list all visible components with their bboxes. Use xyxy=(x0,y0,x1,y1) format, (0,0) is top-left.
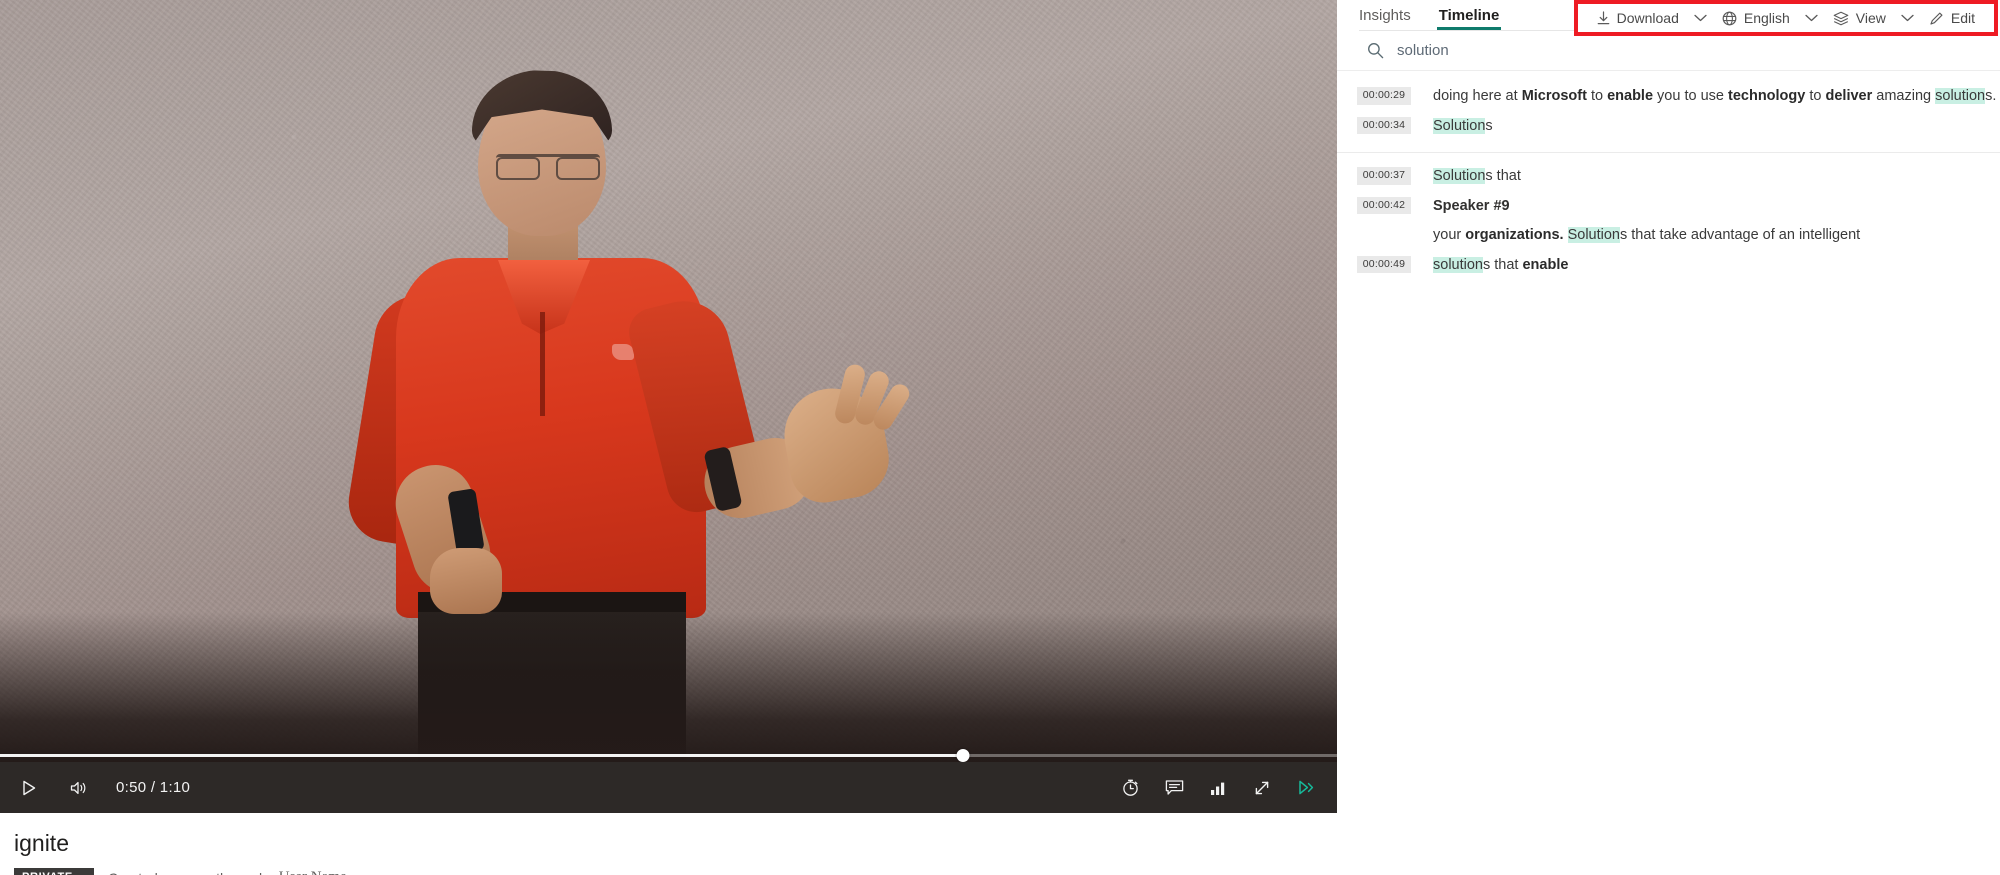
toolbar-language-label: English xyxy=(1743,10,1790,26)
search-highlight: Solution xyxy=(1567,227,1620,244)
search-input[interactable] xyxy=(1397,42,1717,59)
player-control-bar: 0:50 / 1:10 xyxy=(0,762,1337,813)
toolbar-language-chevron[interactable] xyxy=(1799,14,1824,22)
toolbar-language-button[interactable]: English xyxy=(1713,5,1799,31)
play-button[interactable] xyxy=(14,772,44,804)
download-icon xyxy=(1597,11,1609,25)
time-display: 0:50 / 1:10 xyxy=(116,779,191,796)
transcript-text: solutions that enable xyxy=(1433,256,1569,273)
progress-fill xyxy=(0,754,963,757)
transcript-row[interactable]: 00:00:37 Solutions that xyxy=(1337,162,2000,192)
tab-timeline[interactable]: Timeline xyxy=(1436,8,1501,30)
search-highlight: solution xyxy=(1935,88,1986,104)
transcript-timestamp[interactable]: 00:00:29 xyxy=(1357,87,1411,105)
transcript-group: 00:00:37 Solutions that 00:00:42 Speaker #9… xyxy=(1337,153,2000,291)
transcript-timestamp[interactable]: 00:00:37 xyxy=(1357,167,1411,185)
search-highlight: solution xyxy=(1433,256,1483,273)
video-metadata: ignite PRIVATE Created one month ago by … xyxy=(0,813,1337,875)
transcript-list: 00:00:29 doing here at Microsoft to enabl… xyxy=(1337,71,2000,291)
transcript-text: Solutions that xyxy=(1433,168,1521,185)
timer-icon[interactable] xyxy=(1115,772,1145,804)
transcript-group: 00:00:29 doing here at Microsoft to enabl… xyxy=(1337,73,2000,154)
chevron-down-icon xyxy=(1694,14,1707,22)
captions-icon[interactable] xyxy=(1159,772,1189,804)
transcript-text: your organizations. Solutions that take … xyxy=(1433,227,1861,244)
transcript-timestamp xyxy=(1357,226,1411,233)
search-highlight: Solution xyxy=(1433,168,1486,185)
transcript-text: doing here at Microsoft to enable you to… xyxy=(1433,88,1997,104)
fullscreen-icon[interactable] xyxy=(1247,772,1277,804)
transcript-timestamp[interactable]: 00:00:49 xyxy=(1357,255,1411,274)
next-icon[interactable] xyxy=(1291,772,1321,804)
video-frame xyxy=(0,0,1337,762)
toolbar-edit-button[interactable]: Edit xyxy=(1920,5,1984,31)
video-indexer-page: 0:50 / 1:10 ignite Insights Timeline Dow… xyxy=(0,0,2000,875)
toolbar-download-label: Download xyxy=(1616,10,1679,26)
layers-icon xyxy=(1833,11,1849,25)
video-player[interactable] xyxy=(0,0,1337,762)
video-vignette xyxy=(0,612,1337,762)
search-icon xyxy=(1368,43,1384,59)
video-column: 0:50 / 1:10 ignite xyxy=(0,0,1337,875)
transcript-timestamp[interactable]: 00:00:42 xyxy=(1357,196,1411,215)
search-highlight: Solution xyxy=(1433,117,1486,134)
tab-insights[interactable]: Insights xyxy=(1359,8,1411,30)
privacy-badge[interactable]: PRIVATE xyxy=(14,868,94,875)
transcript-timestamp[interactable]: 00:00:34 xyxy=(1357,116,1411,135)
pencil-icon xyxy=(1930,12,1943,25)
toolbar-download-button[interactable]: Download xyxy=(1588,5,1688,31)
toolbar-view-button[interactable]: View xyxy=(1824,5,1895,31)
globe-icon xyxy=(1722,11,1737,25)
progress-handle[interactable] xyxy=(956,749,970,762)
transcript-search[interactable] xyxy=(1337,31,2000,71)
insights-panel: Insights Timeline Download English View … xyxy=(1337,0,2000,875)
chevron-down-icon xyxy=(1901,14,1914,22)
transcript-row[interactable]: 00:00:34 Solutions xyxy=(1337,112,2000,142)
volume-button[interactable] xyxy=(64,772,94,804)
transcript-text: Speaker #9 xyxy=(1433,197,1510,217)
toolbar-view-label: View xyxy=(1855,10,1886,26)
toolbar-download-chevron[interactable] xyxy=(1688,14,1713,22)
player-right-controls xyxy=(1115,772,1323,804)
quality-icon[interactable] xyxy=(1203,772,1233,804)
video-title: ignite xyxy=(14,830,69,856)
progress-bar[interactable] xyxy=(0,749,1337,762)
panel-toolbar: Download English View Edit xyxy=(1573,0,1998,36)
transcript-row[interactable]: your organizations. Solutions that take … xyxy=(1337,221,2000,251)
chevron-down-icon xyxy=(1805,14,1818,22)
video-meta-row: PRIVATE Created one month ago by User Na… xyxy=(14,868,1323,875)
created-text: Created one month ago by xyxy=(108,870,274,875)
transcript-text: Solutions xyxy=(1433,117,1493,134)
transcript-row[interactable]: 00:00:42 Speaker #9 xyxy=(1337,192,2000,222)
toolbar-view-chevron[interactable] xyxy=(1895,14,1920,22)
speaker-label: Speaker #9 xyxy=(1433,197,1510,214)
toolbar-edit-label: Edit xyxy=(1950,10,1975,26)
transcript-row[interactable]: 00:00:29 doing here at Microsoft to enabl… xyxy=(1337,82,2000,112)
author-name: User Name xyxy=(279,869,347,875)
transcript-row[interactable]: 00:00:49 solutions that enable xyxy=(1337,251,2000,281)
